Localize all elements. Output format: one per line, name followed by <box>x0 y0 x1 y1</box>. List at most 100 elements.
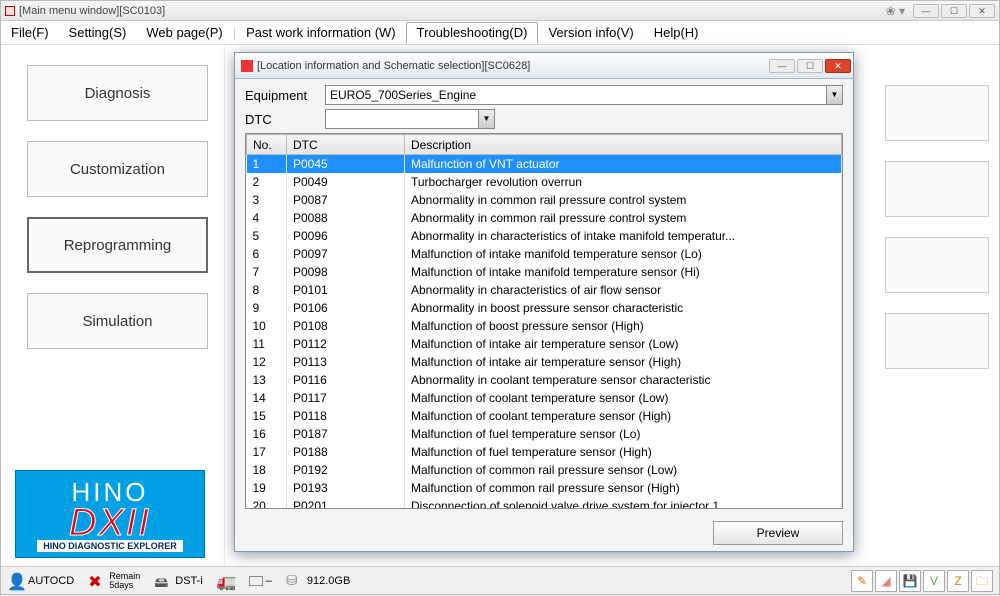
status-toolbar: ✎ ◢ 💾 V Z 🗀 <box>851 570 993 592</box>
col-description[interactable]: Description <box>405 135 842 155</box>
cell-no: 20 <box>247 497 287 510</box>
cell-no: 2 <box>247 173 287 191</box>
table-row[interactable]: 2P0049Turbocharger revolution overrun <box>247 173 842 191</box>
battery-icon <box>249 576 263 586</box>
table-row[interactable]: 15P0118Malfunction of coolant temperatur… <box>247 407 842 425</box>
cell-dtc: P0106 <box>287 299 405 317</box>
dialog-close-button[interactable]: ✕ <box>825 59 851 73</box>
table-header-row: No. DTC Description <box>247 135 842 155</box>
table-row[interactable]: 16P0187Malfunction of fuel temperature s… <box>247 425 842 443</box>
col-no[interactable]: No. <box>247 135 287 155</box>
tool-v-icon[interactable]: V <box>923 570 945 592</box>
chevron-down-icon: ▼ <box>826 86 842 104</box>
table-row[interactable]: 6P0097Malfunction of intake manifold tem… <box>247 245 842 263</box>
cell-no: 7 <box>247 263 287 281</box>
status-remain: ✖ Remain5days <box>88 572 140 590</box>
menu-help[interactable]: Help(H) <box>644 23 709 42</box>
tool-z-icon[interactable]: Z <box>947 570 969 592</box>
cell-no: 3 <box>247 191 287 209</box>
dtc-table-wrapper[interactable]: No. DTC Description 1P0045Malfunction of… <box>245 133 843 509</box>
table-row[interactable]: 1P0045Malfunction of VNT actuator <box>247 155 842 173</box>
table-row[interactable]: 19P0193Malfunction of common rail pressu… <box>247 479 842 497</box>
tool-save-icon[interactable]: 💾 <box>899 570 921 592</box>
cell-desc: Malfunction of VNT actuator <box>405 155 842 173</box>
cell-desc: Abnormality in common rail pressure cont… <box>405 191 842 209</box>
cell-dtc: P0108 <box>287 317 405 335</box>
truck-icon: 🚛 <box>217 572 235 590</box>
menu-version[interactable]: Version info(V) <box>538 23 643 42</box>
warning-icon: ✖ <box>88 572 106 590</box>
dialog-maximize-button[interactable]: ☐ <box>797 59 823 73</box>
dialog-title: [Location information and Schematic sele… <box>257 60 530 72</box>
table-row[interactable]: 4P0088Abnormality in common rail pressur… <box>247 209 842 227</box>
disk-icon: ⛁ <box>286 572 304 590</box>
table-row[interactable]: 3P0087Abnormality in common rail pressur… <box>247 191 842 209</box>
placeholder-btn[interactable] <box>885 85 989 141</box>
cell-desc: Malfunction of fuel temperature sensor (… <box>405 425 842 443</box>
menu-setting[interactable]: Setting(S) <box>59 23 137 42</box>
menu-pastwork[interactable]: Past work information (W) <box>236 23 406 42</box>
menu-bar: File(F) Setting(S) Web page(P) | Past wo… <box>1 21 999 45</box>
nav-simulation[interactable]: Simulation <box>27 293 208 349</box>
cell-dtc: P0193 <box>287 479 405 497</box>
hino-logo: HINO DXII HINO DIAGNOSTIC EXPLORER <box>15 470 205 558</box>
table-row[interactable]: 7P0098Malfunction of intake manifold tem… <box>247 263 842 281</box>
table-row[interactable]: 13P0116Abnormality in coolant temperatur… <box>247 371 842 389</box>
cell-desc: Abnormality in coolant temperature senso… <box>405 371 842 389</box>
cell-dtc: P0187 <box>287 425 405 443</box>
nav-reprogramming[interactable]: Reprogramming <box>27 217 208 273</box>
table-row[interactable]: 10P0108Malfunction of boost pressure sen… <box>247 317 842 335</box>
dtc-combo[interactable]: ▼ <box>325 109 495 129</box>
cell-desc: Malfunction of fuel temperature sensor (… <box>405 443 842 461</box>
cell-no: 15 <box>247 407 287 425</box>
tool-folder-icon[interactable]: 🗀 <box>971 570 993 592</box>
minimize-button[interactable]: — <box>913 4 939 18</box>
dialog-icon <box>241 60 253 72</box>
placeholder-btn[interactable] <box>885 161 989 217</box>
dialog-footer: Preview <box>235 515 853 551</box>
table-row[interactable]: 8P0101Abnormality in characteristics of … <box>247 281 842 299</box>
menu-troubleshooting[interactable]: Troubleshooting(D) <box>406 22 539 44</box>
cell-no: 19 <box>247 479 287 497</box>
placeholder-btn[interactable] <box>885 313 989 369</box>
cell-dtc: P0201 <box>287 497 405 510</box>
status-truck: 🚛 <box>217 572 235 590</box>
cell-dtc: P0188 <box>287 443 405 461</box>
table-row[interactable]: 12P0113Malfunction of intake air tempera… <box>247 353 842 371</box>
user-icon: 👤 <box>7 572 25 590</box>
cell-no: 16 <box>247 425 287 443</box>
table-row[interactable]: 5P0096Abnormality in characteristics of … <box>247 227 842 245</box>
table-row[interactable]: 18P0192Malfunction of common rail pressu… <box>247 461 842 479</box>
cell-dtc: P0112 <box>287 335 405 353</box>
table-row[interactable]: 14P0117Malfunction of coolant temperatur… <box>247 389 842 407</box>
chevron-down-icon: ▼ <box>478 110 494 128</box>
equipment-row: Equipment EURO5_700Series_Engine ▼ <box>245 85 843 105</box>
main-title-text: [Main menu window][SC0103] <box>19 5 165 17</box>
tool-pencil-icon[interactable]: ✎ <box>851 570 873 592</box>
dialog-title-bar[interactable]: [Location information and Schematic sele… <box>235 53 853 79</box>
table-row[interactable]: 20P0201Disconnection of solenoid valve d… <box>247 497 842 510</box>
cell-dtc: P0045 <box>287 155 405 173</box>
tool-eraser-icon[interactable]: ◢ <box>875 570 897 592</box>
nav-diagnosis[interactable]: Diagnosis <box>27 65 208 121</box>
table-row[interactable]: 9P0106Abnormality in boost pressure sens… <box>247 299 842 317</box>
maximize-button[interactable]: ☐ <box>941 4 967 18</box>
col-dtc[interactable]: DTC <box>287 135 405 155</box>
cell-desc: Abnormality in common rail pressure cont… <box>405 209 842 227</box>
cell-desc: Malfunction of boost pressure sensor (Hi… <box>405 317 842 335</box>
table-row[interactable]: 17P0188Malfunction of fuel temperature s… <box>247 443 842 461</box>
menu-webpage[interactable]: Web page(P) <box>136 23 232 42</box>
placeholder-btn[interactable] <box>885 237 989 293</box>
nav-customization[interactable]: Customization <box>27 141 208 197</box>
close-button[interactable]: ✕ <box>969 4 995 18</box>
cell-no: 11 <box>247 335 287 353</box>
table-row[interactable]: 11P0112Malfunction of intake air tempera… <box>247 335 842 353</box>
status-battery: – <box>249 575 272 587</box>
preview-button[interactable]: Preview <box>713 521 843 545</box>
status-disk: ⛁ 912.0GB <box>286 572 350 590</box>
dialog-minimize-button[interactable]: — <box>769 59 795 73</box>
equipment-combo[interactable]: EURO5_700Series_Engine ▼ <box>325 85 843 105</box>
menu-file[interactable]: File(F) <box>1 23 59 42</box>
cell-no: 1 <box>247 155 287 173</box>
cell-no: 10 <box>247 317 287 335</box>
